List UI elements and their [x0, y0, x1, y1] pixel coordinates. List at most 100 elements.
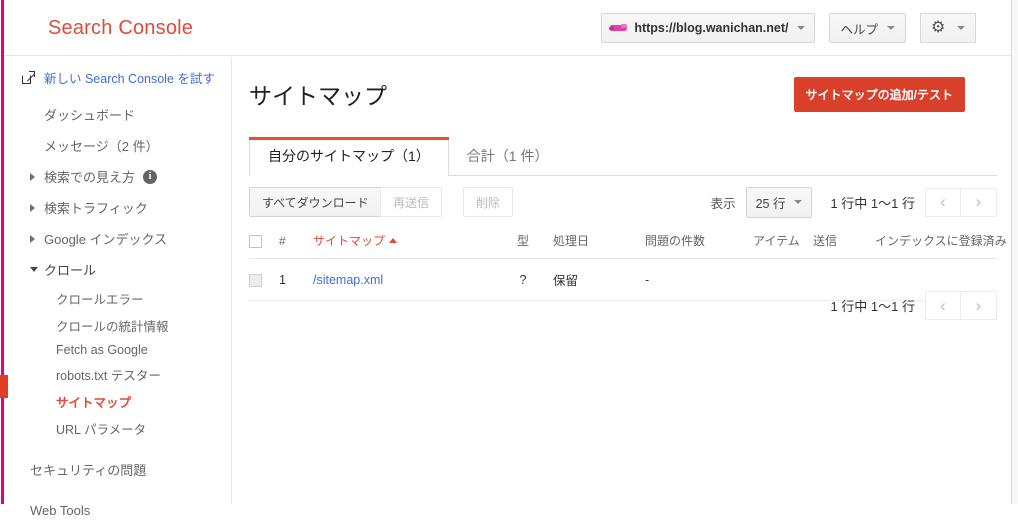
row-items: [753, 258, 813, 302]
row-type: ?: [493, 258, 553, 302]
gear-icon: ⚙: [931, 19, 946, 36]
external-link-icon: [22, 71, 35, 84]
row-checkbox[interactable]: [249, 273, 262, 287]
sidebar-item-label: 検索での見え方: [44, 170, 136, 185]
main-content: サイトマップ サイトマップの追加/テスト 自分のサイトマップ（1） 合計（1 件…: [233, 57, 1012, 504]
sidebar-item-robots-tester[interactable]: robots.txt テスター: [0, 361, 231, 388]
row-range-label: 1 行中 1〜1 行: [830, 195, 915, 211]
pagination-top: 表示 25 行 1 行中 1〜1 行 ‹ ›: [710, 186, 997, 218]
sidebar-item-url-parameters[interactable]: URL パラメータ: [0, 415, 231, 442]
help-menu-label: ヘルプ: [840, 22, 878, 37]
sidebar-item-search-traffic[interactable]: 検索トラフィック: [0, 192, 231, 223]
column-processed-date: 処理日: [553, 229, 645, 260]
row-select-cell: [249, 258, 279, 302]
column-submitted: 送信: [813, 229, 875, 260]
site-selector-url: https://blog.wanichan.net/: [634, 21, 789, 35]
sidebar-item-messages[interactable]: メッセージ（2 件）: [0, 130, 231, 161]
sidebar-divider-gap: [0, 442, 231, 454]
table-header: # サイトマップ 型 処理日 問題の件数 アイテム 送信 インデックスに登録済み: [249, 229, 1007, 260]
sidebar-item-search-appearance[interactable]: 検索での見え方 i: [0, 161, 231, 192]
chevron-down-icon: [957, 26, 965, 30]
sidebar-item-label: robots.txt テスター: [56, 369, 161, 383]
page-scrollbar-track[interactable]: [1011, 0, 1018, 504]
column-indexed: インデックスに登録済み: [875, 229, 1007, 260]
chevron-down-icon: [30, 267, 38, 272]
app-brand-title: Search Console: [48, 17, 194, 39]
help-menu-button[interactable]: ヘルプ: [829, 13, 906, 43]
column-items: アイテム: [753, 229, 813, 260]
sidebar: 新しい Search Console を試す ダッシュボード メッセージ（2 件…: [0, 57, 232, 518]
row-processed-date: 保留: [553, 258, 645, 302]
pagination-bottom: 1 行中 1〜1 行 ‹ ›: [830, 291, 997, 320]
row-range-label-bottom: 1 行中 1〜1 行: [830, 299, 915, 314]
sidebar-item-web-tools[interactable]: Web Tools: [0, 497, 231, 524]
settings-menu-button[interactable]: ⚙: [920, 13, 976, 43]
select-all-checkbox[interactable]: [249, 235, 262, 249]
sidebar-item-google-index[interactable]: Google インデックス: [0, 223, 231, 254]
column-sitemap[interactable]: サイトマップ: [313, 229, 493, 260]
next-page-button[interactable]: ›: [961, 187, 997, 217]
page-left-accent-stripe: [1, 0, 4, 504]
sidebar-item-label: クロール: [44, 263, 97, 278]
sidebar-item-label: クロールの統計情報: [56, 320, 169, 334]
column-sitemap-label: サイトマップ: [313, 234, 386, 248]
app-header: Search Console https://blog.wanichan.net…: [0, 0, 1012, 56]
search-console-app: Search Console https://blog.wanichan.net…: [0, 0, 1018, 518]
prev-page-button[interactable]: ‹: [925, 187, 961, 217]
sitemap-link[interactable]: /sitemap.xml: [313, 273, 383, 287]
add-sitemap-button[interactable]: サイトマップの追加/テスト: [793, 77, 965, 112]
row-number: 1: [279, 258, 313, 302]
sidebar-item-crawl-errors[interactable]: クロールエラー: [0, 285, 231, 312]
row-sitemap-cell: /sitemap.xml: [313, 258, 493, 302]
site-favicon-icon: [609, 22, 628, 34]
tab-label: 合計（1 件）: [466, 148, 549, 164]
rows-per-page-label: 表示: [710, 196, 736, 211]
tab-label: 自分のサイトマップ（1）: [268, 148, 430, 164]
sidebar-item-label: Fetch as Google: [56, 343, 148, 357]
tab-all-sitemaps[interactable]: 合計（1 件）: [449, 137, 567, 175]
rows-per-page-select[interactable]: 25 行: [745, 186, 813, 218]
sidebar-item-label: URL パラメータ: [56, 423, 147, 437]
sidebar-item-dashboard[interactable]: ダッシュボード: [0, 99, 231, 130]
tab-my-sitemaps[interactable]: 自分のサイトマップ（1）: [249, 137, 449, 177]
sidebar-active-marker: [0, 375, 8, 398]
resend-button[interactable]: 再送信: [380, 187, 443, 217]
site-selector-button[interactable]: https://blog.wanichan.net/: [601, 13, 816, 43]
page-title: サイトマップ: [249, 83, 387, 109]
prev-page-button-bottom[interactable]: ‹: [925, 291, 961, 320]
chevron-down-icon: [794, 200, 803, 204]
chevron-right-icon: [30, 234, 35, 243]
rows-per-page-value: 25 行: [755, 196, 786, 211]
table-header-row: # サイトマップ 型 処理日 問題の件数 アイテム 送信 インデックスに登録済み: [249, 229, 1007, 260]
try-new-search-console-label: 新しい Search Console を試す: [44, 72, 215, 86]
info-icon[interactable]: i: [143, 169, 158, 184]
chevron-down-icon: [887, 26, 895, 30]
sidebar-item-label: クロールエラー: [56, 293, 144, 307]
sidebar-divider-gap-2: [0, 485, 231, 497]
sidebar-item-label: Web Tools: [30, 503, 91, 518]
chevron-right-icon: [30, 172, 35, 181]
sidebar-item-sitemaps[interactable]: サイトマップ: [0, 388, 231, 415]
sidebar-item-crawl-stats[interactable]: クロールの統計情報: [0, 312, 231, 339]
sidebar-item-label: サイトマップ: [56, 396, 132, 410]
sidebar-item-label: 検索トラフィック: [44, 201, 148, 216]
sidebar-item-security-issues[interactable]: セキュリティの問題: [0, 454, 231, 485]
sidebar-item-crawl[interactable]: クロール: [0, 254, 231, 285]
column-type: 型: [493, 229, 553, 260]
column-number: #: [279, 229, 313, 260]
tab-bar: 自分のサイトマップ（1） 合計（1 件）: [249, 137, 997, 177]
delete-button[interactable]: 削除: [463, 187, 514, 217]
sidebar-item-fetch-as-google[interactable]: Fetch as Google: [0, 339, 231, 361]
column-issue-count: 問題の件数: [645, 229, 753, 260]
sidebar-item-label: Google インデックス: [44, 232, 168, 247]
sidebar-item-label: メッセージ（2 件）: [44, 139, 159, 154]
column-select-all: [249, 229, 279, 260]
sidebar-item-label: セキュリティの問題: [30, 463, 147, 478]
header-actions: https://blog.wanichan.net/ ヘルプ ⚙: [601, 13, 976, 43]
download-all-button[interactable]: すべてダウンロード: [249, 187, 382, 217]
sidebar-item-label: ダッシュボード: [44, 108, 136, 123]
row-issue-count: -: [645, 258, 753, 302]
try-new-search-console-link[interactable]: 新しい Search Console を試す: [22, 68, 231, 87]
next-page-button-bottom[interactable]: ›: [961, 291, 997, 320]
table-toolbar: すべてダウンロード 再送信 削除 表示 25 行 1 行中 1〜1 行 ‹ ›: [249, 186, 997, 219]
